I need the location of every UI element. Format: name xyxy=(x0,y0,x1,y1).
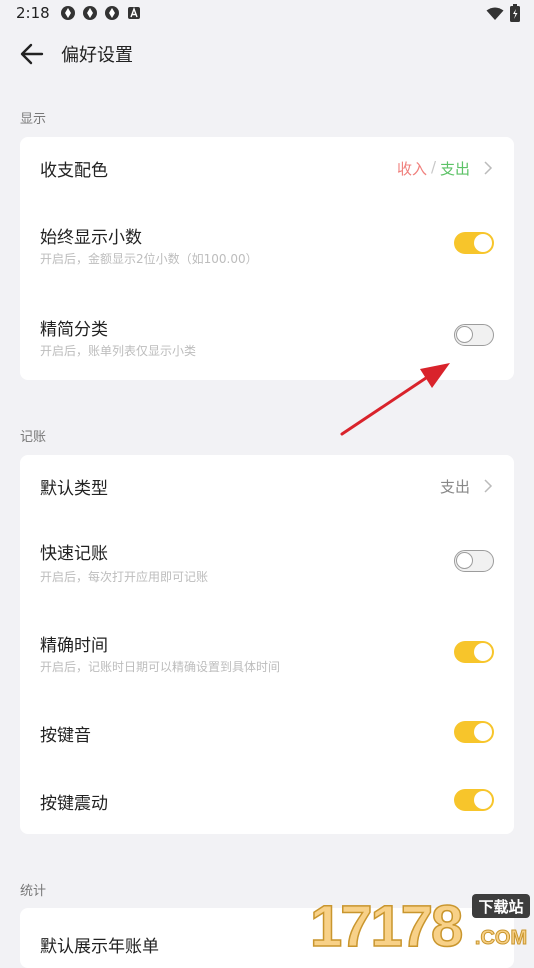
row-title: 按键震动 xyxy=(40,794,108,814)
row-title: 默认类型 xyxy=(40,479,108,499)
svg-text:17178: 17178 xyxy=(310,894,462,950)
back-arrow-icon[interactable] xyxy=(18,40,46,68)
row-title: 精确时间 xyxy=(40,636,108,656)
section-label-bookkeeping: 记账 xyxy=(20,430,47,445)
chevron-right-icon xyxy=(483,160,493,175)
wifi-icon xyxy=(486,6,504,25)
toggle-knob xyxy=(456,552,473,569)
decimals-toggle[interactable] xyxy=(454,232,494,254)
status-bar: 2:18 xyxy=(0,0,534,30)
bookkeeping-settings-card: 默认类型 支出 快速记账 开启后，每次打开应用即可记账 精确时间 开启后，记账时… xyxy=(20,455,514,834)
row-subtitle: 开启后，每次打开应用即可记账 xyxy=(40,570,209,584)
toggle-knob xyxy=(474,723,492,741)
font-notification-icon xyxy=(126,5,142,21)
expense-color-label: 支出 xyxy=(440,160,471,178)
key-sound-toggle[interactable] xyxy=(454,721,494,743)
toggle-knob xyxy=(474,643,492,661)
row-title: 默认展示年账单 xyxy=(40,937,159,957)
row-subtitle: 开启后，记账时日期可以精确设置到具体时间 xyxy=(40,660,281,674)
always-show-decimals-row: 始终显示小数 开启后，金额显示2位小数（如100.00） xyxy=(20,205,514,281)
svg-text:.COM: .COM xyxy=(475,927,527,949)
battery-icon xyxy=(510,4,520,26)
row-subtitle: 开启后，账单列表仅显示小类 xyxy=(40,344,197,358)
svg-text:下载站: 下载站 xyxy=(478,898,523,916)
simple-category-row: 精简分类 开启后，账单列表仅显示小类 xyxy=(20,297,514,373)
watermark-logo: 17178 下载站 .COM xyxy=(306,890,534,960)
row-title: 快速记账 xyxy=(40,544,108,564)
income-color-label: 收入 xyxy=(397,160,428,178)
app-notification-icon xyxy=(104,5,120,21)
row-subtitle: 开启后，金额显示2位小数（如100.00） xyxy=(40,252,258,266)
default-type-row[interactable]: 默认类型 支出 xyxy=(20,455,514,515)
key-sound-row: 按键音 xyxy=(20,705,514,761)
notification-icons xyxy=(60,5,142,21)
section-label-display: 显示 xyxy=(20,112,47,127)
separator: / xyxy=(431,158,437,176)
toggle-knob xyxy=(456,326,473,343)
quick-entry-row: 快速记账 开启后，每次打开应用即可记账 xyxy=(20,521,514,597)
toggle-knob xyxy=(474,234,492,252)
status-time: 2:18 xyxy=(16,4,50,22)
row-title: 精简分类 xyxy=(40,320,108,340)
chevron-right-icon xyxy=(483,478,493,493)
quick-entry-toggle[interactable] xyxy=(454,550,494,572)
section-label-stats: 统计 xyxy=(20,884,47,899)
key-vibration-row: 按键震动 xyxy=(20,773,514,829)
color-scheme-row[interactable]: 收支配色 收入 / 支出 xyxy=(20,137,514,197)
page-title: 偏好设置 xyxy=(61,45,133,66)
toggle-knob xyxy=(474,791,492,809)
precise-time-toggle[interactable] xyxy=(454,641,494,663)
key-vibration-toggle[interactable] xyxy=(454,789,494,811)
system-status-icons xyxy=(486,4,520,26)
default-type-value: 支出 xyxy=(440,478,471,496)
precise-time-row: 精确时间 开启后，记账时日期可以精确设置到具体时间 xyxy=(20,613,514,689)
app-notification-icon xyxy=(60,5,76,21)
app-notification-icon xyxy=(82,5,98,21)
row-title: 始终显示小数 xyxy=(40,228,142,248)
display-settings-card: 收支配色 收入 / 支出 始终显示小数 开启后，金额显示2位小数（如100.00… xyxy=(20,137,514,380)
simple-category-toggle[interactable] xyxy=(454,324,494,346)
row-title: 按键音 xyxy=(40,726,91,746)
app-bar: 偏好设置 xyxy=(0,30,534,78)
row-title: 收支配色 xyxy=(40,161,108,181)
